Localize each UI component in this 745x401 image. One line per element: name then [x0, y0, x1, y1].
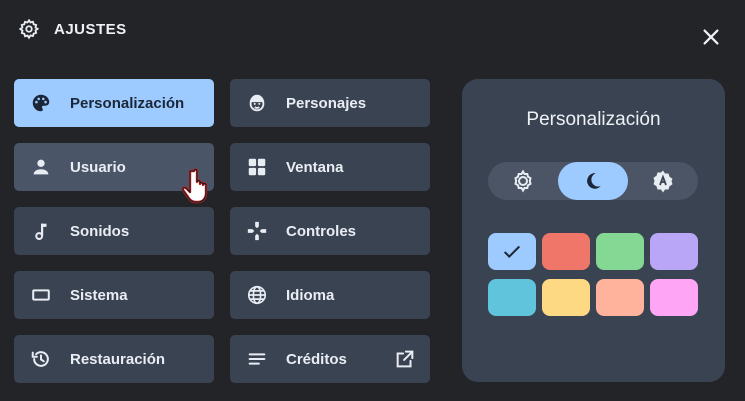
- external-link-icon[interactable]: [394, 348, 416, 370]
- menu-label: Controles: [286, 222, 357, 240]
- menu-sonidos-button[interactable]: Sonidos: [14, 207, 214, 255]
- menu-label: Personajes: [286, 94, 367, 112]
- personalization-panel: Personalización: [462, 79, 725, 382]
- menu-restauracion-button[interactable]: Restauración: [14, 335, 214, 383]
- color-swatch[interactable]: [650, 233, 698, 270]
- color-swatch[interactable]: [542, 233, 590, 270]
- menu-label: Ventana: [286, 158, 344, 176]
- close-icon[interactable]: [700, 26, 722, 48]
- restore-icon: [30, 348, 52, 370]
- menu-sistema-button[interactable]: Sistema: [14, 271, 214, 319]
- menu-label: Usuario: [70, 158, 126, 176]
- theme-option-dark[interactable]: [558, 162, 628, 200]
- list-icon: [246, 348, 268, 370]
- globe-icon: [246, 284, 268, 306]
- color-swatch[interactable]: [596, 233, 644, 270]
- sun-icon: [514, 169, 532, 193]
- color-swatch[interactable]: [596, 279, 644, 316]
- theme-option-auto[interactable]: [628, 162, 698, 200]
- color-swatch[interactable]: [488, 279, 536, 316]
- panel-title: Personalización: [526, 109, 661, 130]
- color-swatch[interactable]: [488, 233, 536, 270]
- menu-label: Restauración: [70, 350, 166, 368]
- hand-cursor-icon: [181, 168, 208, 204]
- moon-icon: [587, 173, 601, 189]
- music-note-icon: [30, 220, 52, 242]
- color-swatch[interactable]: [542, 279, 590, 316]
- gamepad-icon: [246, 220, 268, 242]
- menu-controles-button[interactable]: Controles: [230, 207, 430, 255]
- menu-creditos-button[interactable]: Créditos: [230, 335, 430, 383]
- user-icon: [30, 156, 52, 178]
- auto-brightness-icon: [653, 170, 673, 193]
- menu-personajes-button[interactable]: Personajes: [230, 79, 430, 127]
- theme-option-light[interactable]: [488, 162, 558, 200]
- settings-title: AJUSTES: [54, 20, 127, 38]
- palette-icon: [30, 92, 52, 114]
- menu-personalizacion-button[interactable]: Personalización: [14, 79, 214, 127]
- menu-label: Sistema: [70, 286, 128, 304]
- rectangle-icon: [30, 284, 52, 306]
- grid-icon: [246, 156, 268, 178]
- header: AJUSTES: [18, 18, 127, 40]
- gear-icon: [18, 18, 40, 40]
- menu-label: Sonidos: [70, 222, 130, 240]
- menu-label: Créditos: [286, 350, 347, 368]
- menu-ventana-button[interactable]: Ventana: [230, 143, 430, 191]
- menu-label: Personalización: [70, 94, 185, 112]
- theme-selector: [488, 162, 698, 200]
- menu-label: Idioma: [286, 286, 335, 304]
- checkmark-icon: [503, 245, 521, 258]
- character-icon: [246, 92, 268, 114]
- color-swatch[interactable]: [650, 279, 698, 316]
- menu-idioma-button[interactable]: Idioma: [230, 271, 430, 319]
